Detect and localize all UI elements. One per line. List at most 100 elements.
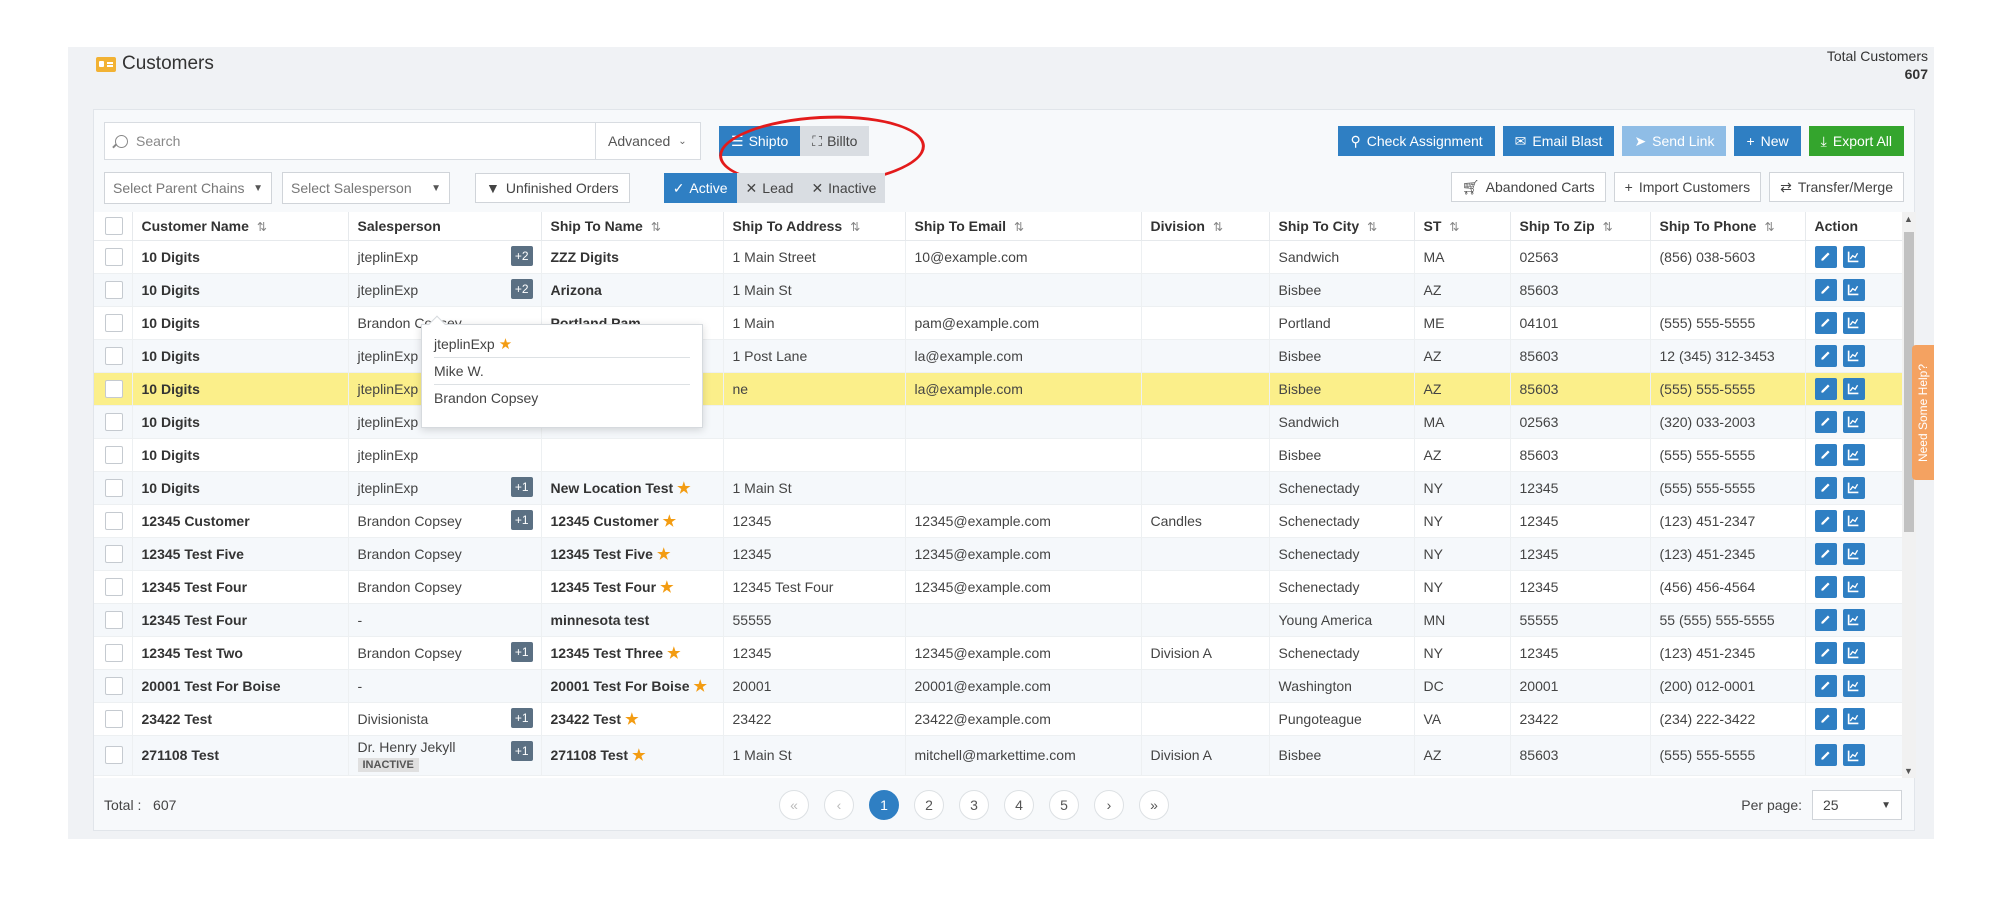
edit-pencil-icon[interactable] bbox=[1814, 410, 1837, 433]
prev-page-button[interactable]: ‹ bbox=[824, 790, 854, 820]
parent-chains-select[interactable]: Select Parent Chains ▼ bbox=[104, 172, 272, 204]
edit-pencil-icon[interactable] bbox=[1814, 476, 1837, 499]
page-button[interactable]: 2 bbox=[914, 790, 944, 820]
table-row[interactable]: 10 Digits jteplinExp Sandwich MA 02563 (320) … bbox=[94, 405, 1902, 439]
ship-to-name-cell[interactable]: 12345 Test Four ★ bbox=[541, 570, 724, 604]
row-checkbox[interactable] bbox=[105, 746, 123, 764]
column-header[interactable]: Ship To Address ⇅ bbox=[723, 212, 906, 241]
row-checkbox[interactable] bbox=[105, 676, 123, 695]
customer-name-cell[interactable]: 10 Digits bbox=[132, 306, 349, 340]
import-customers-button[interactable]: + Import Customers bbox=[1613, 172, 1762, 202]
ship-to-name-cell[interactable] bbox=[541, 438, 724, 472]
table-row[interactable]: 10 Digits jteplinExp Bisbee AZ 85603 (555) 55… bbox=[94, 438, 1902, 472]
edit-pencil-icon[interactable] bbox=[1814, 311, 1837, 334]
customer-name-cell[interactable]: 10 Digits bbox=[132, 438, 349, 472]
salesperson-select[interactable]: Select Salesperson ▼ bbox=[282, 172, 450, 204]
new-button[interactable]: + New bbox=[1734, 126, 1801, 156]
status-inactive-toggle[interactable]: ✕ Inactive bbox=[802, 173, 886, 203]
report-chart-icon[interactable] bbox=[1842, 575, 1865, 598]
ship-to-name-cell[interactable]: 12345 Test Five ★ bbox=[541, 537, 724, 571]
table-row[interactable]: 20001 Test For Boise - 20001 Test For Bois… bbox=[94, 669, 1902, 703]
customer-name-cell[interactable]: 10 Digits bbox=[132, 339, 349, 373]
customer-name-cell[interactable]: 23422 Test bbox=[132, 702, 349, 736]
more-salespersons-badge[interactable]: +1 bbox=[510, 740, 533, 761]
column-header[interactable]: ST ⇅ bbox=[1414, 212, 1511, 241]
page-button[interactable]: 3 bbox=[959, 790, 989, 820]
table-row[interactable]: 23422 Test Divisionista +1 23422 Test ★ 23422… bbox=[94, 702, 1902, 736]
table-row[interactable]: 10 Digits jteplinExp +1 New Location Test ★ 1… bbox=[94, 471, 1902, 505]
row-checkbox[interactable] bbox=[105, 412, 123, 431]
more-salespersons-badge[interactable]: +1 bbox=[510, 509, 533, 530]
ship-to-name-cell[interactable]: Arizona bbox=[541, 273, 724, 307]
more-salespersons-badge[interactable]: +1 bbox=[510, 641, 533, 662]
edit-pencil-icon[interactable] bbox=[1814, 707, 1837, 730]
row-checkbox[interactable] bbox=[105, 610, 123, 629]
column-header[interactable]: Ship To Phone ⇅ bbox=[1650, 212, 1806, 241]
more-salespersons-badge[interactable]: +1 bbox=[510, 707, 533, 728]
abandoned-carts-button[interactable]: 🛒︎ Abandoned Carts bbox=[1450, 172, 1606, 202]
column-header[interactable]: Ship To City ⇅ bbox=[1269, 212, 1415, 241]
row-checkbox[interactable] bbox=[105, 247, 123, 266]
row-checkbox[interactable] bbox=[105, 511, 123, 530]
customer-name-cell[interactable]: 10 Digits bbox=[132, 372, 349, 406]
report-chart-icon[interactable] bbox=[1842, 641, 1865, 664]
customer-name-cell[interactable]: 20001 Test For Boise bbox=[132, 669, 349, 703]
column-header[interactable]: Ship To Zip ⇅ bbox=[1510, 212, 1651, 241]
next-page-button[interactable]: › bbox=[1094, 790, 1124, 820]
edit-pencil-icon[interactable] bbox=[1814, 542, 1837, 565]
row-checkbox[interactable] bbox=[105, 445, 123, 464]
row-checkbox[interactable] bbox=[105, 577, 123, 596]
row-checkbox[interactable] bbox=[105, 478, 123, 497]
report-chart-icon[interactable] bbox=[1842, 443, 1865, 466]
per-page-select[interactable]: 25 ▼ bbox=[1812, 790, 1902, 820]
table-row[interactable]: 10 DigitsjteplinExp+2La Postale1 Post La… bbox=[94, 339, 1902, 373]
report-chart-icon[interactable] bbox=[1842, 311, 1865, 334]
customer-name-cell[interactable]: 12345 Customer bbox=[132, 504, 349, 538]
table-row[interactable]: 10 Digits jteplinExp +2 ZZZ Digits 1 Main St… bbox=[94, 240, 1902, 274]
row-checkbox[interactable] bbox=[105, 709, 123, 728]
scroll-up-icon[interactable]: ▲ bbox=[1904, 214, 1913, 224]
more-salespersons-badge[interactable]: +2 bbox=[510, 278, 533, 299]
more-salespersons-badge[interactable]: +1 bbox=[510, 476, 533, 497]
more-salespersons-badge[interactable]: +2 bbox=[510, 245, 533, 266]
first-page-button[interactable]: « bbox=[779, 790, 809, 820]
table-row[interactable]: 12345 Customer Brandon Copsey +1 12345 Cust… bbox=[94, 504, 1902, 538]
report-chart-icon[interactable] bbox=[1842, 245, 1865, 268]
scroll-down-icon[interactable]: ▼ bbox=[1904, 766, 1913, 776]
report-chart-icon[interactable] bbox=[1842, 278, 1865, 301]
table-row[interactable]: 12345 Test Four - minnesota test 55555 Young… bbox=[94, 603, 1902, 637]
page-button[interactable]: 1 bbox=[869, 790, 899, 820]
edit-pencil-icon[interactable] bbox=[1814, 377, 1837, 400]
ship-to-name-cell[interactable]: 23422 Test ★ bbox=[541, 702, 724, 736]
table-row[interactable]: 12345 Test Four Brandon Copsey 12345 Test … bbox=[94, 570, 1902, 604]
customer-name-cell[interactable]: 271108 Test bbox=[132, 735, 349, 776]
report-chart-icon[interactable] bbox=[1842, 707, 1865, 730]
report-chart-icon[interactable] bbox=[1842, 476, 1865, 499]
search-input[interactable]: Search bbox=[104, 122, 596, 160]
ship-to-name-cell[interactable]: New Location Test ★ bbox=[541, 471, 724, 505]
row-checkbox[interactable] bbox=[105, 280, 123, 299]
advanced-dropdown[interactable]: Advanced ⌄ bbox=[596, 122, 701, 160]
row-checkbox[interactable] bbox=[105, 379, 123, 398]
table-row[interactable]: 12345 Test Five Brandon Copsey 12345 Test … bbox=[94, 537, 1902, 571]
table-row[interactable]: 12345 Test Two Brandon Copsey +1 12345 Test… bbox=[94, 636, 1902, 670]
select-all-checkbox[interactable] bbox=[105, 216, 123, 235]
edit-pencil-icon[interactable] bbox=[1814, 509, 1837, 532]
help-tab[interactable]: Need Some Help? bbox=[1912, 345, 1934, 480]
report-chart-icon[interactable] bbox=[1842, 674, 1865, 697]
status-lead-toggle[interactable]: ✕ Lead bbox=[736, 173, 803, 203]
row-checkbox[interactable] bbox=[105, 346, 123, 365]
edit-pencil-icon[interactable] bbox=[1814, 443, 1837, 466]
ship-to-name-cell[interactable]: ZZZ Digits bbox=[541, 240, 724, 274]
customer-name-cell[interactable]: 12345 Test Five bbox=[132, 537, 349, 571]
customer-name-cell[interactable]: 12345 Test Two bbox=[132, 636, 349, 670]
customer-name-cell[interactable]: 10 Digits bbox=[132, 405, 349, 439]
ship-to-name-cell[interactable]: 12345 Customer ★ bbox=[541, 504, 724, 538]
report-chart-icon[interactable] bbox=[1842, 542, 1865, 565]
row-checkbox[interactable] bbox=[105, 643, 123, 662]
customer-name-cell[interactable]: 10 Digits bbox=[132, 471, 349, 505]
customer-name-cell[interactable]: 10 Digits bbox=[132, 240, 349, 274]
report-chart-icon[interactable] bbox=[1842, 744, 1865, 766]
check-assignment-button[interactable]: ⚲ Check Assignment bbox=[1338, 126, 1495, 156]
edit-pencil-icon[interactable] bbox=[1814, 674, 1837, 697]
